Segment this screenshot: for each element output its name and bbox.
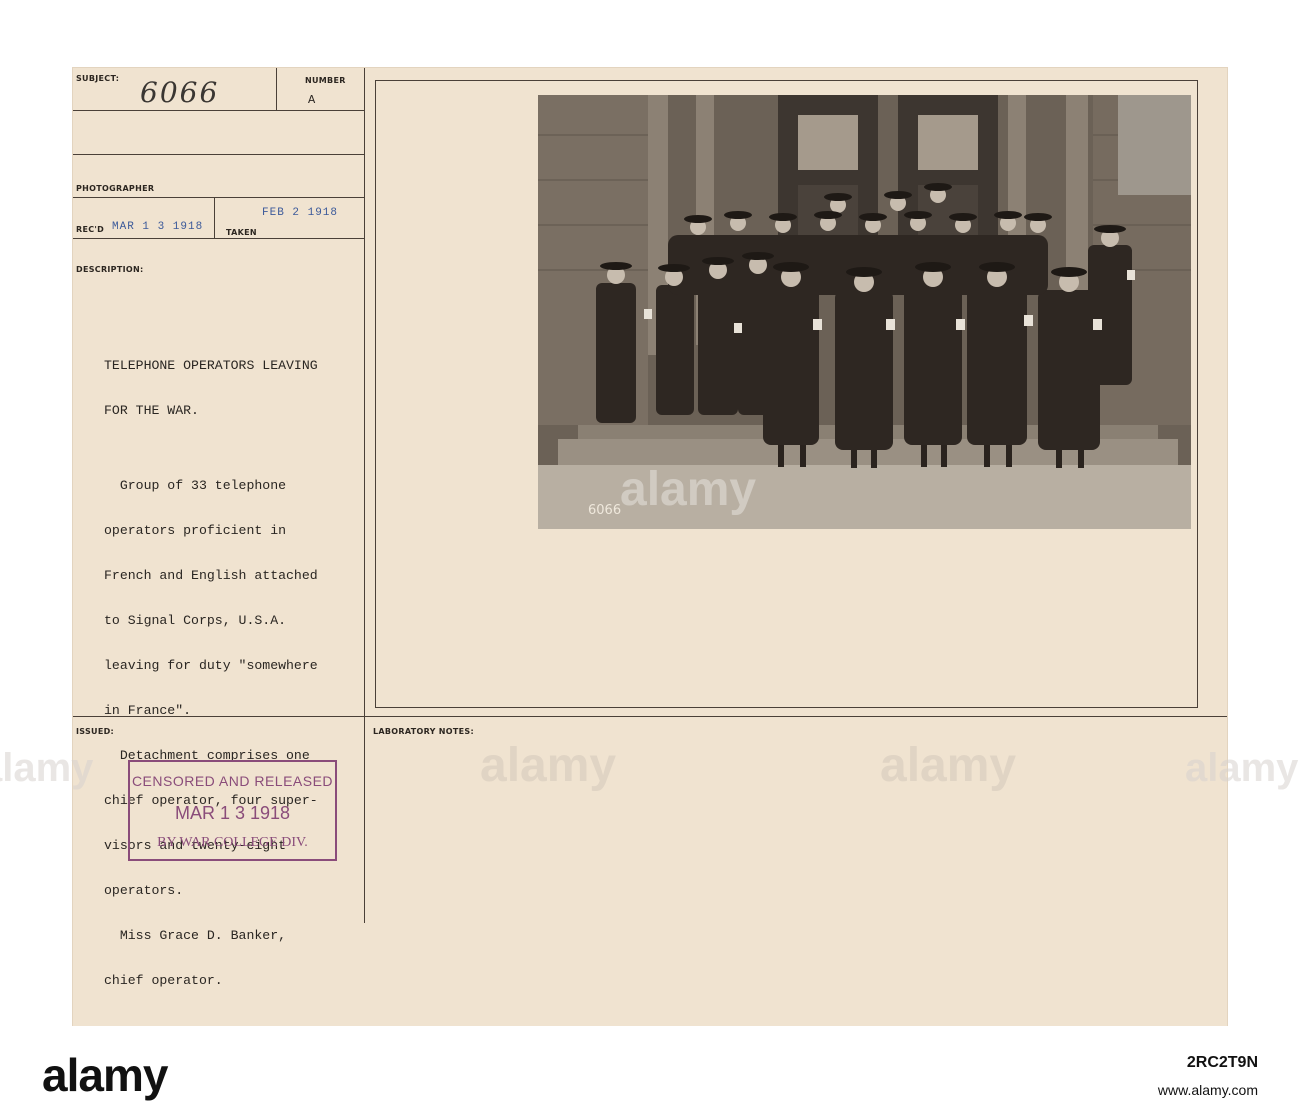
description-text: TELEPHONE OPERATORS LEAVING FOR THE WAR.… bbox=[104, 328, 318, 1003]
received-date-stamp: MAR 1 3 1918 bbox=[112, 221, 204, 233]
stamp-line-1: CENSORED AND RELEASED bbox=[131, 773, 334, 789]
photographer-label: PHOTOGRAPHER bbox=[76, 184, 155, 193]
stamp-line-2: MAR 1 3 1918 bbox=[174, 803, 291, 823]
rule-under-number bbox=[73, 154, 364, 155]
description-line: in France". bbox=[104, 703, 192, 718]
rule-under-subject bbox=[73, 110, 364, 111]
watermark-text: alamy bbox=[890, 0, 1027, 36]
rule-under-photographer bbox=[73, 197, 364, 198]
divider-subject-number bbox=[276, 68, 277, 110]
site-url[interactable]: www.alamy.com bbox=[1158, 1082, 1258, 1098]
description-line: leaving for duty "somewhere bbox=[104, 658, 318, 673]
laboratory-notes-label: LABORATORY NOTES: bbox=[373, 727, 474, 736]
recd-label: REC'D bbox=[76, 225, 105, 234]
watermark-text: alamy bbox=[0, 746, 94, 790]
description-line: Miss Grace D. Banker, bbox=[104, 928, 287, 943]
watermark-text: alamy bbox=[490, 0, 627, 36]
watermark-text: alamy bbox=[1185, 746, 1299, 790]
subject-label: SUBJECT: bbox=[76, 74, 120, 83]
description-line: operators. bbox=[104, 883, 184, 898]
watermark-text: alamy bbox=[480, 739, 617, 792]
subject-number-handwritten: 6066 bbox=[140, 76, 220, 109]
description-line: FOR THE WAR. bbox=[104, 403, 199, 418]
taken-label: TAKEN bbox=[226, 228, 257, 237]
number-value: A bbox=[308, 93, 316, 107]
number-label: NUMBER bbox=[305, 76, 346, 85]
description-line: French and English attached bbox=[104, 568, 318, 583]
description-line: operators proficient in bbox=[104, 523, 287, 538]
alamy-footer-bar: alamy 2RC2T9N www.alamy.com bbox=[0, 1026, 1300, 1116]
description-line: chief operator. bbox=[104, 973, 223, 988]
watermark-text: alamy bbox=[620, 463, 757, 516]
divider-left-column bbox=[364, 68, 365, 923]
censorship-stamp: CENSORED AND RELEASED MAR 1 3 1918 BY WA… bbox=[128, 760, 337, 861]
image-id: 2RC2T9N bbox=[1186, 1054, 1258, 1071]
alamy-logo[interactable]: alamy bbox=[42, 1048, 168, 1102]
watermark-text: alamy bbox=[880, 739, 1017, 792]
description-line: TELEPHONE OPERATORS LEAVING bbox=[104, 358, 318, 373]
rule-under-dates bbox=[73, 238, 364, 239]
description-label: DESCRIPTION: bbox=[76, 265, 144, 274]
divider-recd-taken bbox=[214, 197, 215, 238]
description-line: to Signal Corps, U.S.A. bbox=[104, 613, 287, 628]
stamp-line-3: BY WAR COLLEGE DIV. bbox=[157, 835, 308, 850]
negative-number-inscription: 6066 bbox=[588, 503, 622, 518]
taken-date-stamp: FEB 2 1918 bbox=[262, 207, 339, 219]
description-line: Group of 33 telephone bbox=[104, 478, 287, 493]
